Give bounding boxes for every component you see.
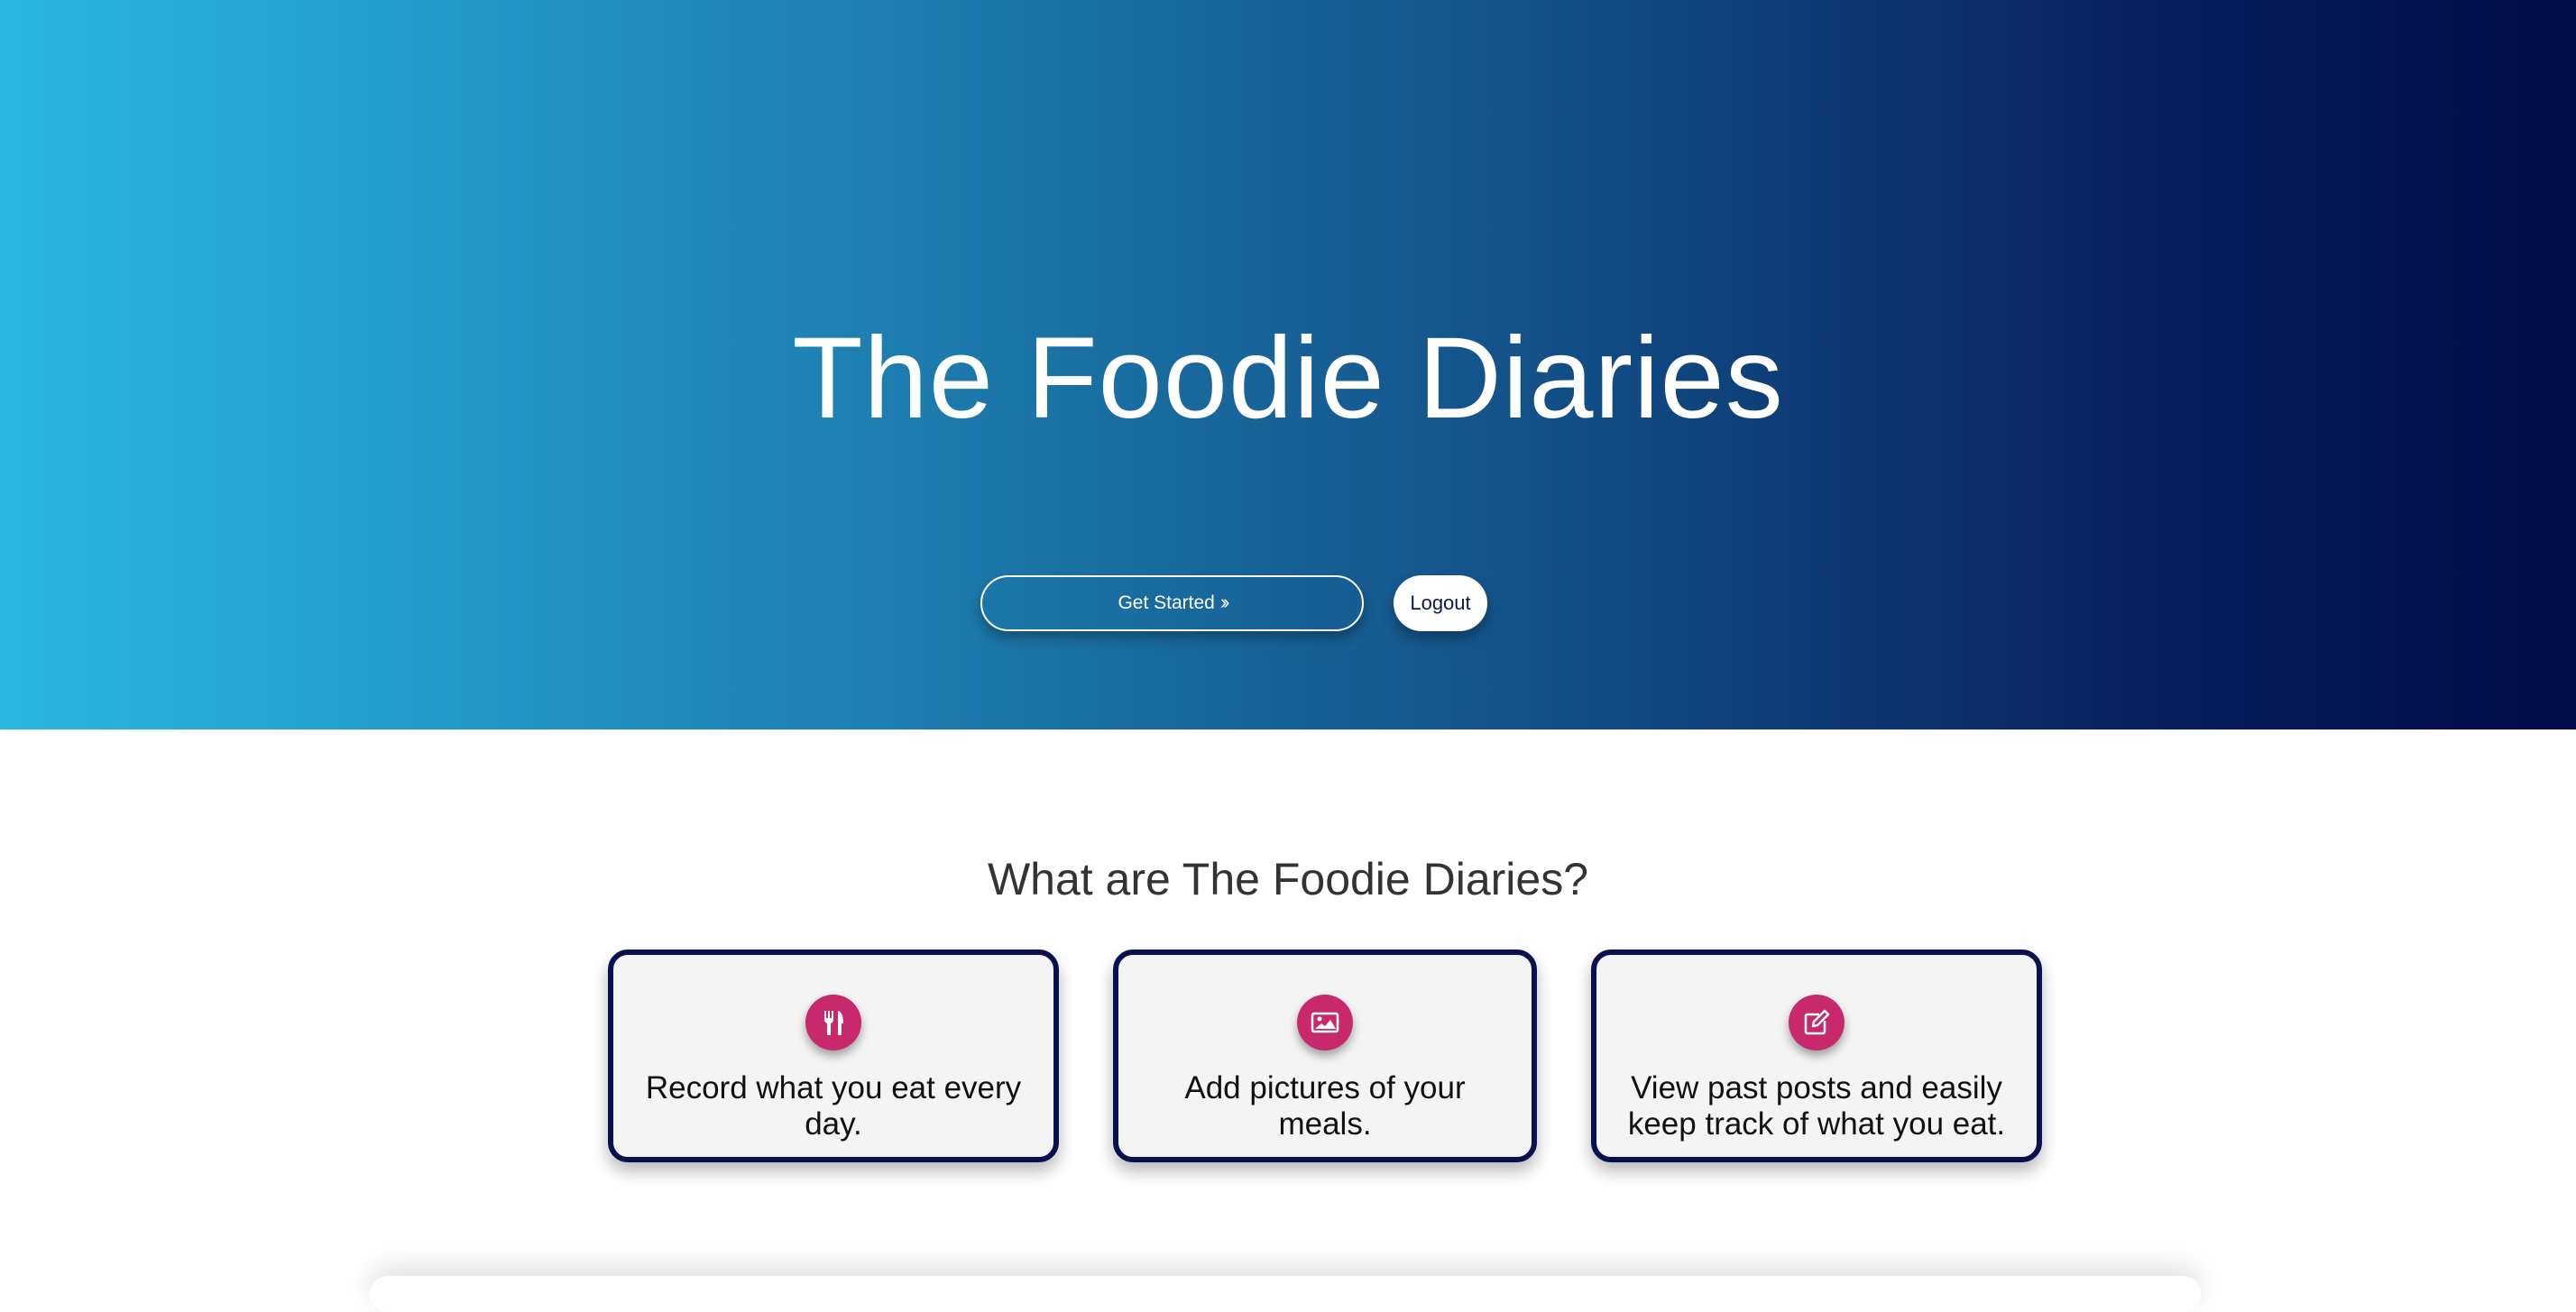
- get-started-label: Get Started: [1118, 592, 1215, 613]
- utensils-icon: [805, 995, 861, 1051]
- get-started-button[interactable]: Get Started ›​›: [980, 575, 1364, 631]
- feature-card-pictures: Add pictures of your meals.: [1113, 950, 1537, 1162]
- hero-banner: The Foodie Diaries Get Started ›​› Logou…: [0, 0, 2576, 729]
- features-heading: What are The Foodie Diaries?: [987, 854, 1589, 904]
- double-chevron-right-icon: ›​›: [1219, 591, 1229, 613]
- feature-text-history: View past posts and easily keep track of…: [1627, 1070, 2006, 1142]
- feature-card-history: View past posts and easily keep track of…: [1591, 950, 2042, 1162]
- image-icon: [1297, 995, 1353, 1051]
- page-title: The Foodie Diaries: [792, 314, 1784, 443]
- edit-icon: [1789, 995, 1845, 1051]
- content-panel-edge: [370, 1276, 2201, 1312]
- feature-card-record: Record what you eat every day.: [608, 950, 1059, 1162]
- feature-text-record: Record what you eat every day.: [645, 1070, 1022, 1142]
- feature-text-pictures: Add pictures of your meals.: [1184, 1070, 1466, 1142]
- logout-button[interactable]: Logout: [1394, 575, 1487, 631]
- logout-label: Logout: [1410, 592, 1471, 614]
